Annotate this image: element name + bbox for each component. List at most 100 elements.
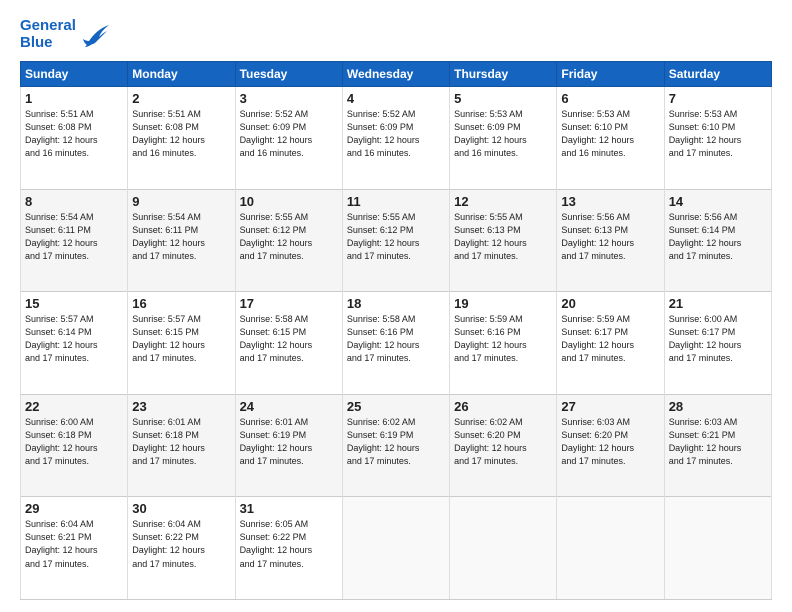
day-info: Sunrise: 6:03 AM Sunset: 6:21 PM Dayligh…: [669, 416, 767, 468]
calendar-cell: 25 Sunrise: 6:02 AM Sunset: 6:19 PM Dayli…: [342, 394, 449, 497]
day-number: 6: [561, 91, 659, 106]
day-number: 24: [240, 399, 338, 414]
weekday-header: Wednesday: [342, 62, 449, 87]
day-number: 3: [240, 91, 338, 106]
calendar-cell: [664, 497, 771, 600]
calendar-table: SundayMondayTuesdayWednesdayThursdayFrid…: [20, 61, 772, 600]
calendar-cell: 5 Sunrise: 5:53 AM Sunset: 6:09 PM Daylig…: [450, 87, 557, 190]
calendar-cell: 23Sunrise: 6:01 AM Sunset: 6:18 PM Dayli…: [128, 394, 235, 497]
logo-text2: Blue: [20, 35, 76, 52]
day-info: Sunrise: 5:53 AM Sunset: 6:09 PM Dayligh…: [454, 108, 552, 160]
day-number: 1: [25, 91, 123, 106]
calendar-cell: 7 Sunrise: 5:53 AM Sunset: 6:10 PM Daylig…: [664, 87, 771, 190]
day-info: Sunrise: 5:53 AM Sunset: 6:10 PM Dayligh…: [669, 108, 767, 160]
day-number: 14: [669, 194, 767, 209]
day-info: Sunrise: 6:02 AM Sunset: 6:20 PM Dayligh…: [454, 416, 552, 468]
calendar-cell: 13Sunrise: 5:56 AM Sunset: 6:13 PM Dayli…: [557, 189, 664, 292]
weekday-header: Tuesday: [235, 62, 342, 87]
calendar-cell: 30 Sunrise: 6:04 AM Sunset: 6:22 PM Dayli…: [128, 497, 235, 600]
calendar-cell: 1 Sunrise: 5:51 AM Sunset: 6:08 PM Daylig…: [21, 87, 128, 190]
calendar-cell: 15 Sunrise: 5:57 AM Sunset: 6:14 PM Dayli…: [21, 292, 128, 395]
day-number: 21: [669, 296, 767, 311]
day-number: 2: [132, 91, 230, 106]
day-info: Sunrise: 6:02 AM Sunset: 6:19 PM Dayligh…: [347, 416, 445, 468]
day-info: Sunrise: 5:51 AM Sunset: 6:08 PM Dayligh…: [132, 108, 230, 160]
weekday-header: Saturday: [664, 62, 771, 87]
day-number: 10: [240, 194, 338, 209]
day-number: 26: [454, 399, 552, 414]
page: General Blue SundayMondayTuesdayWednesda…: [0, 0, 792, 612]
calendar-cell: [557, 497, 664, 600]
calendar-cell: 29 Sunrise: 6:04 AM Sunset: 6:21 PM Dayli…: [21, 497, 128, 600]
header: General Blue: [20, 18, 772, 51]
logo-text: General: [20, 18, 76, 35]
day-number: 29: [25, 501, 123, 516]
day-info: Sunrise: 5:57 AM Sunset: 6:14 PM Dayligh…: [25, 313, 123, 365]
day-number: 25: [347, 399, 445, 414]
day-number: 7: [669, 91, 767, 106]
calendar-cell: 11Sunrise: 5:55 AM Sunset: 6:12 PM Dayli…: [342, 189, 449, 292]
calendar-cell: 16Sunrise: 5:57 AM Sunset: 6:15 PM Dayli…: [128, 292, 235, 395]
day-info: Sunrise: 5:54 AM Sunset: 6:11 PM Dayligh…: [25, 211, 123, 263]
day-number: 30: [132, 501, 230, 516]
weekday-header: Thursday: [450, 62, 557, 87]
calendar-cell: 14 Sunrise: 5:56 AM Sunset: 6:14 PM Dayli…: [664, 189, 771, 292]
day-info: Sunrise: 6:04 AM Sunset: 6:22 PM Dayligh…: [132, 518, 230, 570]
day-info: Sunrise: 6:00 AM Sunset: 6:17 PM Dayligh…: [669, 313, 767, 365]
calendar-cell: 28Sunrise: 6:03 AM Sunset: 6:21 PM Dayli…: [664, 394, 771, 497]
calendar-week-row: 8 Sunrise: 5:54 AM Sunset: 6:11 PM Daylig…: [21, 189, 772, 292]
day-info: Sunrise: 5:57 AM Sunset: 6:15 PM Dayligh…: [132, 313, 230, 365]
calendar-cell: 20 Sunrise: 5:59 AM Sunset: 6:17 PM Dayli…: [557, 292, 664, 395]
day-info: Sunrise: 5:59 AM Sunset: 6:17 PM Dayligh…: [561, 313, 659, 365]
day-number: 12: [454, 194, 552, 209]
day-info: Sunrise: 6:01 AM Sunset: 6:19 PM Dayligh…: [240, 416, 338, 468]
calendar-cell: 17 Sunrise: 5:58 AM Sunset: 6:15 PM Dayli…: [235, 292, 342, 395]
calendar-cell: 10 Sunrise: 5:55 AM Sunset: 6:12 PM Dayli…: [235, 189, 342, 292]
day-info: Sunrise: 5:51 AM Sunset: 6:08 PM Dayligh…: [25, 108, 123, 160]
day-number: 20: [561, 296, 659, 311]
calendar-week-row: 1 Sunrise: 5:51 AM Sunset: 6:08 PM Daylig…: [21, 87, 772, 190]
calendar-cell: 6 Sunrise: 5:53 AM Sunset: 6:10 PM Daylig…: [557, 87, 664, 190]
calendar-header-row: SundayMondayTuesdayWednesdayThursdayFrid…: [21, 62, 772, 87]
day-number: 5: [454, 91, 552, 106]
day-info: Sunrise: 5:52 AM Sunset: 6:09 PM Dayligh…: [347, 108, 445, 160]
day-number: 23: [132, 399, 230, 414]
calendar-cell: 22Sunrise: 6:00 AM Sunset: 6:18 PM Dayli…: [21, 394, 128, 497]
day-info: Sunrise: 6:05 AM Sunset: 6:22 PM Dayligh…: [240, 518, 338, 570]
calendar-cell: 26 Sunrise: 6:02 AM Sunset: 6:20 PM Dayli…: [450, 394, 557, 497]
calendar-cell: 8 Sunrise: 5:54 AM Sunset: 6:11 PM Daylig…: [21, 189, 128, 292]
day-number: 17: [240, 296, 338, 311]
calendar-cell: 31 Sunrise: 6:05 AM Sunset: 6:22 PM Dayli…: [235, 497, 342, 600]
day-info: Sunrise: 5:56 AM Sunset: 6:14 PM Dayligh…: [669, 211, 767, 263]
weekday-header: Sunday: [21, 62, 128, 87]
calendar-cell: 12 Sunrise: 5:55 AM Sunset: 6:13 PM Dayli…: [450, 189, 557, 292]
day-number: 15: [25, 296, 123, 311]
day-info: Sunrise: 5:55 AM Sunset: 6:13 PM Dayligh…: [454, 211, 552, 263]
day-info: Sunrise: 5:58 AM Sunset: 6:16 PM Dayligh…: [347, 313, 445, 365]
logo-bird-icon: [79, 21, 111, 49]
day-info: Sunrise: 6:04 AM Sunset: 6:21 PM Dayligh…: [25, 518, 123, 570]
day-number: 27: [561, 399, 659, 414]
calendar-cell: [342, 497, 449, 600]
calendar-cell: 27 Sunrise: 6:03 AM Sunset: 6:20 PM Dayli…: [557, 394, 664, 497]
calendar-cell: [450, 497, 557, 600]
weekday-header: Friday: [557, 62, 664, 87]
day-number: 31: [240, 501, 338, 516]
day-info: Sunrise: 5:55 AM Sunset: 6:12 PM Dayligh…: [347, 211, 445, 263]
day-number: 19: [454, 296, 552, 311]
day-info: Sunrise: 6:03 AM Sunset: 6:20 PM Dayligh…: [561, 416, 659, 468]
calendar-cell: 4Sunrise: 5:52 AM Sunset: 6:09 PM Daylig…: [342, 87, 449, 190]
calendar-cell: 9Sunrise: 5:54 AM Sunset: 6:11 PM Daylig…: [128, 189, 235, 292]
calendar-cell: 19Sunrise: 5:59 AM Sunset: 6:16 PM Dayli…: [450, 292, 557, 395]
day-number: 18: [347, 296, 445, 311]
weekday-header: Monday: [128, 62, 235, 87]
day-info: Sunrise: 5:53 AM Sunset: 6:10 PM Dayligh…: [561, 108, 659, 160]
day-info: Sunrise: 5:54 AM Sunset: 6:11 PM Dayligh…: [132, 211, 230, 263]
logo: General Blue: [20, 18, 111, 51]
day-number: 13: [561, 194, 659, 209]
calendar-week-row: 29 Sunrise: 6:04 AM Sunset: 6:21 PM Dayli…: [21, 497, 772, 600]
calendar-cell: 3Sunrise: 5:52 AM Sunset: 6:09 PM Daylig…: [235, 87, 342, 190]
day-info: Sunrise: 5:55 AM Sunset: 6:12 PM Dayligh…: [240, 211, 338, 263]
day-number: 8: [25, 194, 123, 209]
day-info: Sunrise: 5:58 AM Sunset: 6:15 PM Dayligh…: [240, 313, 338, 365]
